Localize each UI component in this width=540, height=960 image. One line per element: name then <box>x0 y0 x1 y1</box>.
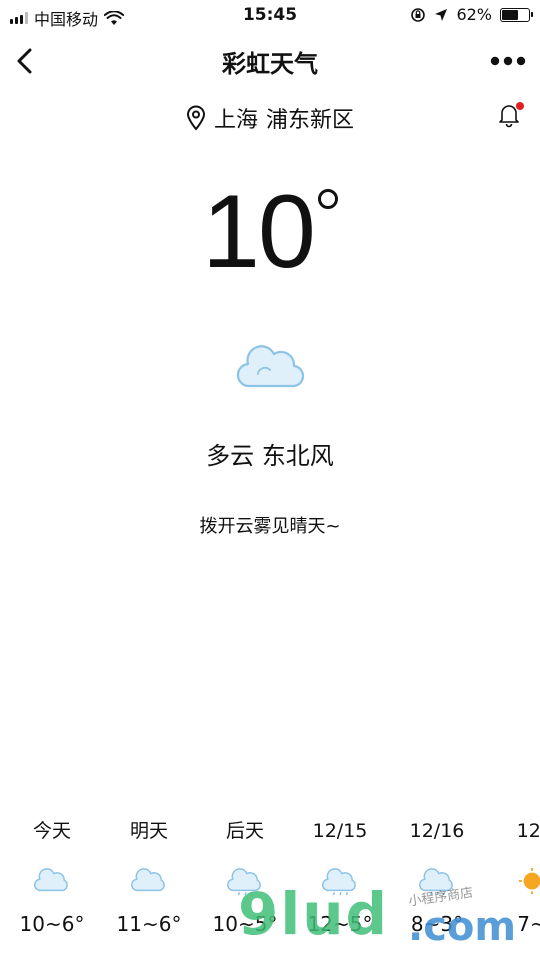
forecast-temp-range: 10~5° <box>212 912 278 936</box>
nav-bar: 彩虹天气 <box>0 36 540 86</box>
degree-symbol <box>317 189 338 209</box>
status-right: 62% <box>410 5 533 24</box>
weather-description: 多云 东北风 <box>0 436 540 471</box>
page-title: 彩虹天气 <box>222 50 318 78</box>
forecast-temp-range: 10~6° <box>19 912 85 936</box>
battery-percent: 62% <box>456 5 492 24</box>
forecast-day[interactable]: 后天 10~5° <box>197 816 293 936</box>
forecast-day-label: 明天 <box>129 820 168 842</box>
forecast-day[interactable]: 12/16 8~3° <box>389 816 485 936</box>
notification-button[interactable] <box>496 102 524 130</box>
location-city: 上海 <box>213 108 258 133</box>
location-arrow-icon <box>435 8 448 21</box>
current-temperature: 10 <box>0 175 540 289</box>
forecast-day-label: 12/15 <box>312 820 368 842</box>
cloud-icon <box>130 868 165 892</box>
weather-quote: 拨开云雾见晴天~ <box>199 516 341 537</box>
rain-cloud-icon <box>226 868 261 896</box>
forecast-row: 今天 10~6° 明天 11~6° 后天 10~5° 12/15 12~5° 1… <box>0 816 540 960</box>
forecast-temp-range: 12~5° <box>307 912 373 936</box>
forecast-temp-range: 8~3° <box>410 912 464 936</box>
forecast-temp-range: 7~ <box>517 912 540 936</box>
weather-condition: 多云 <box>206 442 255 470</box>
location-selector[interactable]: 上海 浦东新区 <box>0 102 540 134</box>
forecast-day-label: 今天 <box>32 820 71 842</box>
forecast-day[interactable]: 12/ 7~ <box>484 816 540 936</box>
cloud-icon <box>236 345 304 388</box>
battery-icon <box>500 7 533 22</box>
more-dots-icon <box>490 56 526 66</box>
forecast-day[interactable]: 今天 10~6° <box>4 816 100 936</box>
rain-cloud-icon <box>321 868 356 896</box>
forecast-day-label: 后天 <box>225 820 264 842</box>
status-bar: 中国移动 15:45 62% <box>0 0 540 32</box>
sun-icon <box>518 868 540 895</box>
more-button[interactable] <box>488 46 528 76</box>
forecast-day[interactable]: 12/15 12~5° <box>292 816 388 936</box>
forecast-day[interactable]: 明天 11~6° <box>101 816 197 936</box>
forecast-day-label: 12/ <box>516 820 540 842</box>
notification-dot <box>516 102 524 110</box>
orientation-lock-icon <box>411 7 426 22</box>
forecast-day-label: 12/16 <box>409 820 465 842</box>
location-district: 浦东新区 <box>266 108 355 133</box>
temperature-value: 10 <box>202 174 316 290</box>
wind-direction: 东北风 <box>261 442 334 470</box>
location-pin-icon <box>186 105 205 131</box>
forecast-temp-range: 11~6° <box>116 912 182 936</box>
cloud-icon <box>33 868 68 892</box>
rain-cloud-icon <box>418 868 453 896</box>
